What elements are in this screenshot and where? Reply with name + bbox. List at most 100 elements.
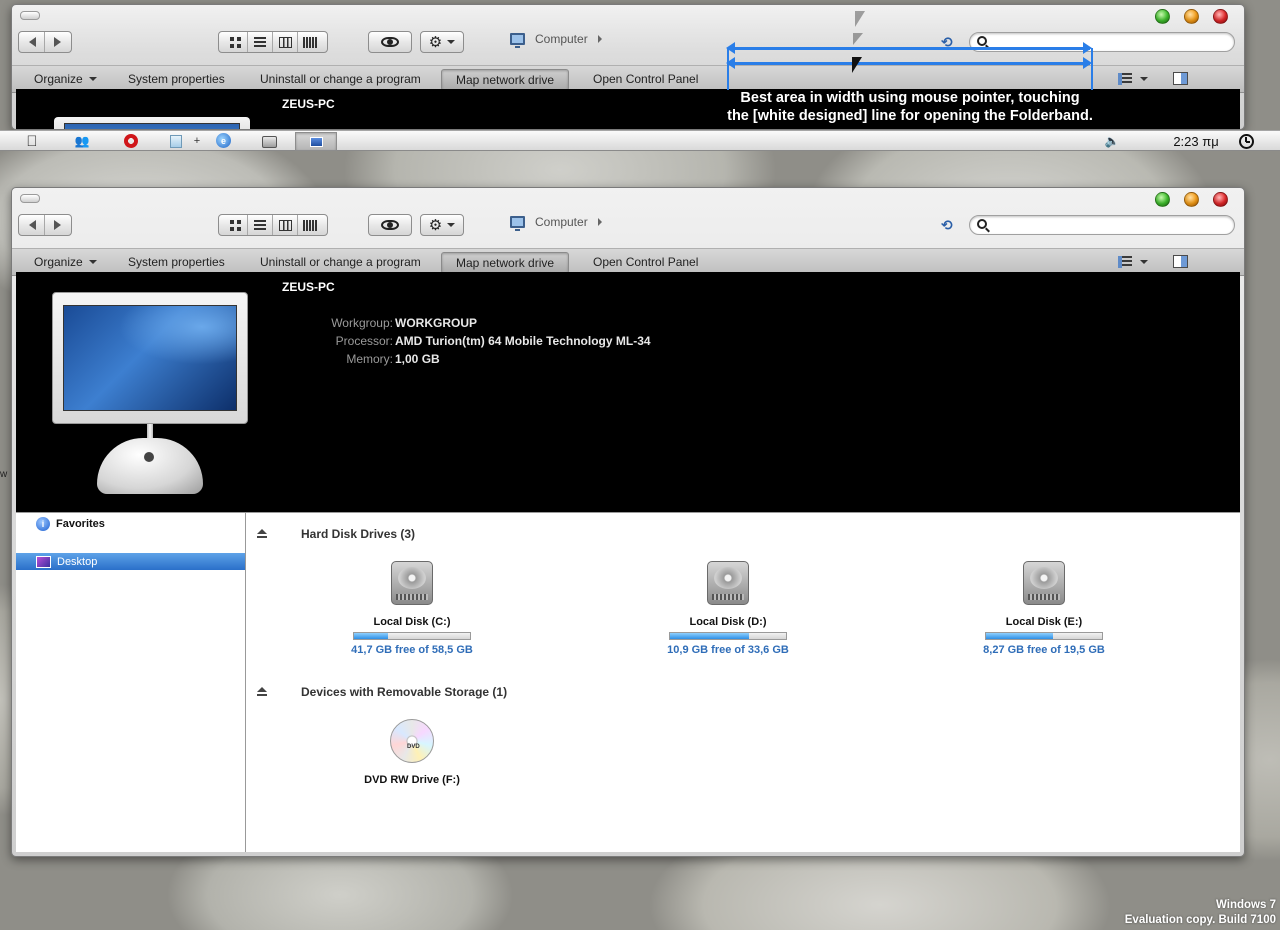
window-controls	[1155, 192, 1228, 207]
mouse-pointer	[852, 57, 862, 73]
notepad-icon[interactable]	[170, 135, 182, 148]
list-icon	[254, 37, 266, 47]
back-button[interactable]	[20, 32, 45, 52]
uninstall-program-button[interactable]: Uninstall or change a program	[260, 72, 421, 86]
search-icon	[977, 36, 987, 46]
maximize-button[interactable]	[1155, 192, 1170, 207]
list-view-button[interactable]	[248, 32, 273, 52]
action-menu-button[interactable]: ⚙	[420, 214, 464, 236]
drive-item[interactable]: Local Disk (D:) 10,9 GB free of 33,6 GB	[653, 561, 803, 656]
collapse-group-icon[interactable]	[257, 529, 267, 539]
forward-icon	[54, 37, 61, 47]
group-header-hard-disks[interactable]: Hard Disk Drives (3)	[257, 527, 415, 541]
browser-icon[interactable]: e	[216, 133, 231, 148]
close-button[interactable]	[1213, 9, 1228, 24]
icon-view-button[interactable]	[223, 32, 248, 52]
open-control-panel-button[interactable]: Open Control Panel	[593, 255, 698, 269]
explorer-task-button[interactable]	[295, 132, 337, 151]
drive-item-dvd[interactable]: DVD DVD RW Drive (F:)	[337, 719, 487, 786]
preview-pane-icon[interactable]	[1173, 255, 1188, 268]
clock-icon[interactable]	[1239, 134, 1254, 149]
address-bar[interactable]: Computer	[510, 215, 602, 231]
group-title: Hard Disk Drives (3)	[301, 527, 416, 541]
quick-look-button[interactable]	[368, 214, 412, 236]
disk-utility-icon[interactable]	[262, 136, 277, 148]
map-network-drive-button[interactable]: Map network drive	[441, 69, 570, 91]
system-details: Workgroup: WORKGROUP Processor: AMD Turi…	[282, 314, 651, 368]
annotation-arrow	[726, 42, 1092, 54]
forward-button[interactable]	[45, 32, 70, 52]
computer-icon	[510, 33, 525, 48]
opera-icon[interactable]	[124, 134, 138, 148]
eye-icon	[381, 37, 399, 47]
sidebar-item-favorites[interactable]: i Favorites	[36, 517, 105, 531]
close-button[interactable]	[1213, 192, 1228, 207]
open-control-panel-button[interactable]: Open Control Panel	[593, 72, 698, 86]
quick-look-button[interactable]	[368, 31, 412, 53]
drive-free-space: 8,27 GB free of 19,5 GB	[983, 644, 1105, 656]
mouse-pointer-ghost	[855, 11, 865, 27]
map-network-drive-button[interactable]: Map network drive	[441, 252, 570, 274]
system-menu-button[interactable]	[20, 194, 40, 203]
list-view-button[interactable]	[248, 215, 273, 235]
action-menu-button[interactable]: ⚙	[420, 31, 464, 53]
annotation-text: Best area in width using mouse pointer, …	[700, 89, 1120, 125]
sidebar-item-label: Favorites	[56, 518, 105, 530]
minimize-button[interactable]	[1184, 192, 1199, 207]
view-buttons	[218, 31, 328, 53]
annotation-arrow	[726, 57, 1092, 69]
nav-buttons	[18, 214, 72, 236]
explorer-icon	[309, 136, 323, 147]
favorites-icon: i	[36, 517, 50, 531]
search-input[interactable]	[992, 217, 1222, 233]
drive-item[interactable]: Local Disk (C:) 41,7 GB free of 58,5 GB	[337, 561, 487, 656]
organize-menu[interactable]: Organize	[34, 255, 97, 269]
uninstall-program-button[interactable]: Uninstall or change a program	[260, 255, 421, 269]
address-arrow-icon[interactable]	[597, 35, 602, 43]
refresh-icon[interactable]: ⟲	[941, 217, 953, 234]
minimize-button[interactable]	[1184, 9, 1199, 24]
speaker-icon[interactable]: 🔈	[1105, 133, 1120, 149]
drive-name: Local Disk (E:)	[1005, 616, 1083, 628]
system-menu-button[interactable]	[20, 11, 40, 20]
preview-pane-icon[interactable]	[1173, 72, 1188, 85]
file-list: Hard Disk Drives (3) Local Disk (C:) 41,…	[247, 513, 1240, 852]
plus-icon[interactable]: +	[192, 133, 202, 149]
column-view-button[interactable]	[273, 215, 298, 235]
column-view-button[interactable]	[273, 32, 298, 52]
mouse-pointer-ghost	[853, 33, 863, 45]
detail-key: Workgroup:	[331, 316, 393, 330]
nav-buttons	[18, 31, 72, 53]
drive-name: Local Disk (D:)	[689, 616, 767, 628]
hard-disk-icon	[1023, 561, 1065, 605]
watermark-line: Windows 7	[1216, 899, 1276, 911]
drive-name: DVD RW Drive (F:)	[364, 774, 460, 786]
apple-icon[interactable]: 	[24, 133, 40, 150]
coverflow-view-button[interactable]	[298, 32, 323, 52]
address-arrow-icon[interactable]	[597, 218, 602, 226]
system-properties-button[interactable]: System properties	[128, 72, 225, 86]
collapse-group-icon[interactable]	[257, 687, 267, 697]
change-view-button[interactable]	[1118, 73, 1148, 85]
change-view-button[interactable]	[1118, 256, 1148, 268]
computer-image	[54, 117, 250, 129]
annotation-line: the [white designed] line for opening th…	[727, 108, 1093, 124]
system-properties-button[interactable]: System properties	[128, 255, 225, 269]
group-header-removable[interactable]: Devices with Removable Storage (1)	[257, 685, 507, 699]
users-icon[interactable]: 👥	[74, 133, 90, 149]
chevron-down-icon	[88, 77, 97, 81]
window-controls	[1155, 9, 1228, 24]
pc-name: ZEUS-PC	[282, 280, 335, 294]
address-bar[interactable]: Computer	[510, 32, 602, 48]
clock-time[interactable]: 2:23 πμ	[1166, 133, 1226, 149]
organize-menu[interactable]: Organize	[34, 72, 97, 86]
sidebar-item-desktop[interactable]: Desktop	[16, 553, 245, 570]
search-box[interactable]	[969, 215, 1235, 235]
maximize-button[interactable]	[1155, 9, 1170, 24]
detail-row: Processor: AMD Turion(tm) 64 Mobile Tech…	[282, 332, 651, 350]
drive-item[interactable]: Local Disk (E:) 8,27 GB free of 19,5 GB	[969, 561, 1119, 656]
icon-view-button[interactable]	[223, 215, 248, 235]
forward-button[interactable]	[45, 215, 70, 235]
coverflow-view-button[interactable]	[298, 215, 323, 235]
back-button[interactable]	[20, 215, 45, 235]
